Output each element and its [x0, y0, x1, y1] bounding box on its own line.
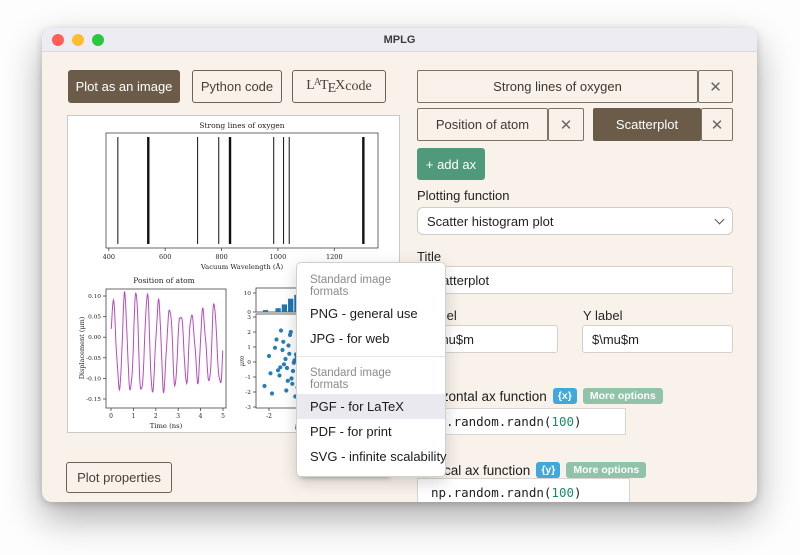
plotting-function-value: Scatter histogram plot: [427, 213, 554, 229]
zoom-window-button[interactable]: [92, 34, 104, 46]
horizontal-ax-function-row: Horizontal ax function {x} More options: [417, 388, 663, 404]
svg-text:0.05: 0.05: [88, 315, 101, 321]
svg-text:-1: -1: [245, 375, 251, 381]
title-bar: MPLG: [42, 28, 757, 52]
svg-text:0: 0: [247, 360, 251, 366]
svg-text:3: 3: [176, 413, 180, 420]
svg-text:-3: -3: [245, 405, 251, 411]
svg-text:400: 400: [103, 253, 115, 261]
add-ax-button[interactable]: + add ax: [417, 148, 485, 180]
svg-text:-0.05: -0.05: [86, 356, 101, 362]
menu-item-png[interactable]: PNG - general use: [297, 301, 445, 326]
close-ax1-button[interactable]: ✕: [698, 70, 733, 103]
menu-item-jpg[interactable]: JPG - for web: [297, 326, 445, 351]
window-content: Plot as an image Python code LATEX code …: [42, 52, 757, 502]
svg-text:1000: 1000: [270, 253, 287, 261]
chevron-down-icon: [714, 214, 725, 224]
svg-text:-0.15: -0.15: [86, 397, 101, 403]
svg-text:1: 1: [131, 413, 135, 420]
app-window: MPLG Plot as an image Python code LATEX …: [42, 28, 757, 502]
vertical-ax-function-row: Vertical ax function {y} More options: [417, 462, 647, 478]
python-code-button[interactable]: Python code: [192, 70, 282, 103]
plotting-function-select[interactable]: Scatter histogram plot: [417, 207, 733, 235]
ax-tab-position-of-atom[interactable]: Position of atom: [417, 108, 548, 141]
svg-text:μm: μm: [238, 356, 246, 366]
menu-section-header: Standard image formats: [310, 274, 392, 298]
svg-text:2: 2: [154, 413, 158, 420]
menu-item-pgf[interactable]: PGF - for LaTeX: [297, 394, 445, 419]
svg-text:Vacuum Wavelength (Å): Vacuum Wavelength (Å): [200, 262, 284, 271]
vertical-more-options-button[interactable]: More options: [566, 462, 647, 478]
latex-logo: LATEX: [306, 76, 346, 96]
svg-text:600: 600: [159, 253, 171, 261]
minimize-window-button[interactable]: [72, 34, 84, 46]
menu-section-header: Standard image formats: [310, 367, 392, 391]
svg-text:-0.10: -0.10: [86, 376, 101, 382]
menu-item-svg[interactable]: SVG - infinite scalability: [297, 444, 447, 469]
svg-text:Time (ns): Time (ns): [150, 422, 183, 430]
horizontal-ax-function-input[interactable]: np.random.randn(100): [417, 408, 626, 435]
svg-text:Position of atom: Position of atom: [133, 276, 194, 285]
ax-tab-scatterplot[interactable]: Scatterplot: [593, 108, 701, 141]
x-variable-badge: {x}: [552, 388, 577, 404]
svg-text:2: 2: [247, 330, 251, 336]
window-title: MPLG: [383, 33, 416, 46]
svg-text:1: 1: [247, 345, 251, 351]
svg-text:0.00: 0.00: [88, 335, 101, 341]
export-format-menu: Standard image formats PNG - general use J…: [296, 262, 447, 477]
svg-text:-2: -2: [266, 413, 272, 420]
svg-text:5: 5: [221, 413, 225, 420]
svg-text:10: 10: [244, 291, 252, 297]
y-variable-badge: {y}: [536, 462, 561, 478]
menu-item-pdf[interactable]: PDF - for print: [297, 419, 445, 444]
latex-code-button[interactable]: LATEX code: [292, 70, 386, 103]
title-input[interactable]: Scatterplot: [417, 266, 733, 294]
svg-text:Strong lines of oxygen: Strong lines of oxygen: [199, 121, 284, 130]
close-ax3-button[interactable]: ✕: [701, 108, 733, 141]
plotting-function-label: Plotting function: [417, 188, 510, 203]
horizontal-more-options-button[interactable]: More options: [582, 388, 663, 404]
svg-text:Displacement (μm): Displacement (μm): [78, 316, 86, 379]
svg-text:800: 800: [215, 253, 227, 261]
close-ax2-button[interactable]: ✕: [548, 108, 584, 141]
svg-text:3: 3: [247, 315, 251, 321]
latex-code-suffix: code: [345, 78, 372, 94]
plot-properties-button[interactable]: Plot properties: [66, 462, 172, 493]
svg-text:1200: 1200: [326, 253, 343, 261]
vertical-ax-function-input[interactable]: np.random.randn(100): [417, 478, 630, 502]
svg-text:4: 4: [199, 413, 203, 420]
y-label-input[interactable]: $\mu$m: [582, 325, 733, 353]
ax-tab-strong-lines-of-oxygen[interactable]: Strong lines of oxygen: [417, 70, 698, 103]
svg-text:0.10: 0.10: [88, 294, 101, 300]
svg-text:-2: -2: [245, 390, 251, 396]
svg-text:0: 0: [109, 413, 113, 420]
plot-as-image-button[interactable]: Plot as an image: [68, 70, 180, 103]
close-window-button[interactable]: [52, 34, 64, 46]
y-label-field-label: Y label: [583, 308, 623, 323]
menu-divider: [297, 356, 445, 357]
